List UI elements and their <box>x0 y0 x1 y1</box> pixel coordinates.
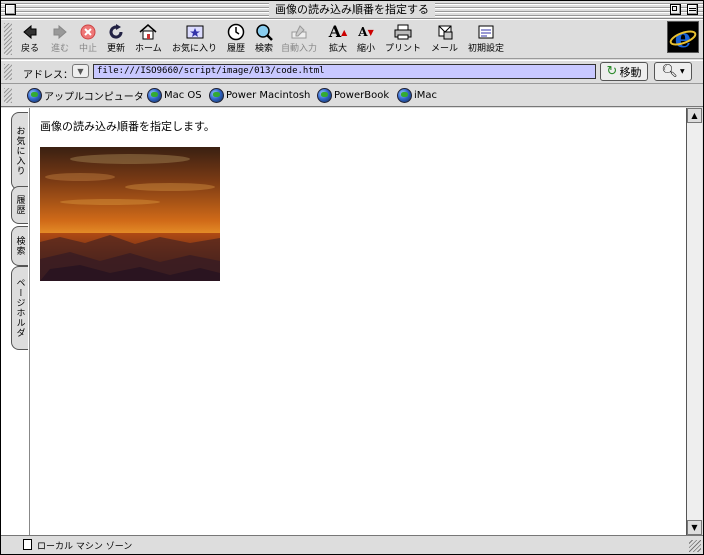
go-arrow-icon: ↻ <box>606 64 618 79</box>
vertical-scrollbar[interactable]: ▲ ▼ <box>686 108 702 535</box>
print-button[interactable]: プリント <box>385 23 421 54</box>
page-heading: 画像の読み込み順番を指定します。 <box>40 120 215 133</box>
scroll-up-button[interactable]: ▲ <box>687 108 702 123</box>
forward-button[interactable]: 進む <box>51 23 69 54</box>
address-bar: アドレス： ▼ file:///ISO9660/script/image/013… <box>1 60 703 84</box>
security-zone-text: ローカル マシン ゾーン <box>37 542 133 552</box>
smaller-text-button[interactable]: A ▼ 縮小 <box>357 23 375 54</box>
favorite-apple-computer[interactable]: アップルコンピュータ <box>27 88 144 103</box>
arrow-up-icon: ▲ <box>691 111 698 120</box>
refresh-button[interactable]: 更新 <box>107 23 125 54</box>
collapse-box[interactable] <box>687 4 698 15</box>
close-box[interactable] <box>5 4 16 15</box>
go-button[interactable]: ↻ 移動 <box>600 62 648 81</box>
zone-icon <box>23 539 32 550</box>
favorite-powerbook[interactable]: PowerBook <box>317 88 389 103</box>
search-icon <box>255 23 273 41</box>
smaller-text-icon: A ▼ <box>358 25 374 39</box>
favorites-button[interactable]: お気に入り <box>172 23 217 54</box>
print-icon <box>394 23 412 41</box>
tab-page-holder[interactable]: ページホルダ <box>11 266 28 350</box>
mail-icon <box>436 23 454 41</box>
status-bar: ローカル マシン ゾーン <box>1 535 703 554</box>
mail-button[interactable]: メール <box>431 23 458 54</box>
back-arrow-icon <box>21 23 39 41</box>
chevron-down-icon: ▼ <box>77 66 84 76</box>
zoom-box[interactable] <box>670 4 681 15</box>
page-content: 画像の読み込み順番を指定します。 <box>29 108 686 535</box>
preferences-icon <box>477 23 495 41</box>
globe-icon <box>397 88 412 103</box>
favorites-bar: アップルコンピュータ Mac OS Power Macintosh PowerB… <box>1 85 703 107</box>
globe-icon <box>147 88 162 103</box>
arrow-down-icon: ▼ <box>691 523 698 532</box>
scroll-down-button[interactable]: ▼ <box>687 520 702 535</box>
explorer-side-tabs: お気に入り 履歴 検索 ページホルダ <box>1 108 29 535</box>
tab-search[interactable]: 検索 <box>11 226 28 266</box>
refresh-icon <box>107 23 125 41</box>
resize-grip[interactable] <box>689 540 701 552</box>
globe-icon <box>209 88 224 103</box>
autofill-button[interactable]: 自動入力 <box>281 23 317 54</box>
globe-icon <box>317 88 332 103</box>
favorite-mac-os[interactable]: Mac OS <box>147 88 202 103</box>
favorite-imac[interactable]: iMac <box>397 88 437 103</box>
larger-text-icon: A ▲ <box>328 22 348 41</box>
toolbar-grip[interactable] <box>4 23 12 55</box>
history-icon <box>227 23 245 41</box>
magnifier-icon: 🔍︎ <box>661 64 678 79</box>
tab-favorites[interactable]: お気に入り <box>11 112 28 190</box>
stop-button[interactable]: 中止 <box>79 23 97 54</box>
globe-icon <box>27 88 42 103</box>
title-bar[interactable]: 画像の読み込み順番を指定する <box>1 1 703 19</box>
search-dropdown-button[interactable]: 🔍︎ ▼ <box>654 62 692 81</box>
home-button[interactable]: ホーム <box>135 23 162 54</box>
favorites-icon <box>186 23 204 41</box>
svg-text:e: e <box>675 24 692 52</box>
address-input[interactable]: file:///ISO9660/script/image/013/code.ht… <box>93 64 596 79</box>
favorites-bar-grip[interactable] <box>4 88 12 103</box>
chevron-down-icon: ▼ <box>679 68 685 75</box>
browser-window: 画像の読み込み順番を指定する 戻る 進む 中止 更新 ホーム お気に入り 履歴 … <box>0 0 704 555</box>
home-icon <box>139 23 157 41</box>
back-button[interactable]: 戻る <box>21 23 39 54</box>
address-history-dropdown[interactable]: ▼ <box>72 64 89 78</box>
address-label: アドレス： <box>23 70 73 81</box>
sunset-image <box>40 147 220 281</box>
autofill-icon <box>290 23 308 41</box>
forward-arrow-icon <box>51 23 69 41</box>
button-toolbar: 戻る 進む 中止 更新 ホーム お気に入り 履歴 検索 自動入力 A ▲ 拡大 … <box>1 19 703 59</box>
stop-icon <box>79 23 97 41</box>
address-bar-grip[interactable] <box>4 64 12 80</box>
larger-text-button[interactable]: A ▲ 拡大 <box>328 22 348 55</box>
window-title: 画像の読み込み順番を指定する <box>269 3 435 17</box>
favorite-power-macintosh[interactable]: Power Macintosh <box>209 88 310 103</box>
search-button[interactable]: 検索 <box>255 23 273 54</box>
tab-history[interactable]: 履歴 <box>11 186 28 224</box>
internet-explorer-logo[interactable]: e <box>667 21 699 54</box>
history-button[interactable]: 履歴 <box>227 23 245 54</box>
preferences-button[interactable]: 初期設定 <box>468 23 504 54</box>
